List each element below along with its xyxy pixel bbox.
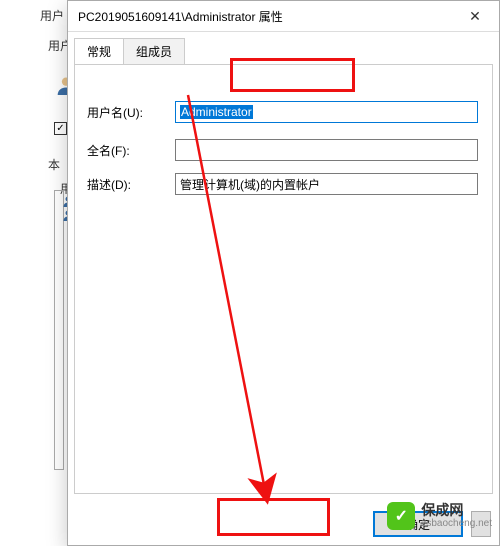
watermark: ✓ 保成网 zsbaocheng.net bbox=[387, 502, 492, 530]
tab-panel-general: 用户名(U): Administrator 全名(F): 描述(D): bbox=[74, 64, 493, 494]
row-fullname: 全名(F): bbox=[87, 139, 478, 161]
bg-local-label: 本 bbox=[48, 156, 60, 173]
watermark-name: 保成网 bbox=[421, 503, 492, 518]
dialog-titlebar: PC2019051609141\Administrator 属性 ✕ bbox=[68, 1, 499, 31]
row-description: 描述(D): bbox=[87, 173, 478, 195]
tab-general[interactable]: 常规 bbox=[74, 38, 124, 64]
label-description: 描述(D): bbox=[87, 176, 175, 193]
description-input[interactable] bbox=[175, 173, 478, 195]
username-value: Administrator bbox=[180, 105, 253, 119]
bg-window-title: 用户 bbox=[40, 7, 64, 24]
properties-dialog: PC2019051609141\Administrator 属性 ✕ 常规 组成… bbox=[67, 0, 500, 546]
label-username: 用户名(U): bbox=[87, 104, 175, 121]
bg-checkbox-row: ✓ bbox=[54, 122, 67, 135]
watermark-url: zsbaocheng.net bbox=[421, 518, 492, 529]
tabs: 常规 组成员 bbox=[68, 32, 499, 64]
checkbox-icon: ✓ bbox=[54, 122, 67, 135]
close-button[interactable]: ✕ bbox=[457, 4, 493, 28]
row-username: 用户名(U): Administrator bbox=[87, 101, 478, 123]
shield-check-icon: ✓ bbox=[387, 502, 415, 530]
tab-members[interactable]: 组成员 bbox=[123, 38, 185, 64]
dialog-title: PC2019051609141\Administrator 属性 bbox=[78, 8, 457, 25]
fullname-input[interactable] bbox=[175, 139, 478, 161]
label-fullname: 全名(F): bbox=[87, 142, 175, 159]
username-input[interactable]: Administrator bbox=[175, 101, 478, 123]
bg-group-box bbox=[54, 190, 64, 470]
